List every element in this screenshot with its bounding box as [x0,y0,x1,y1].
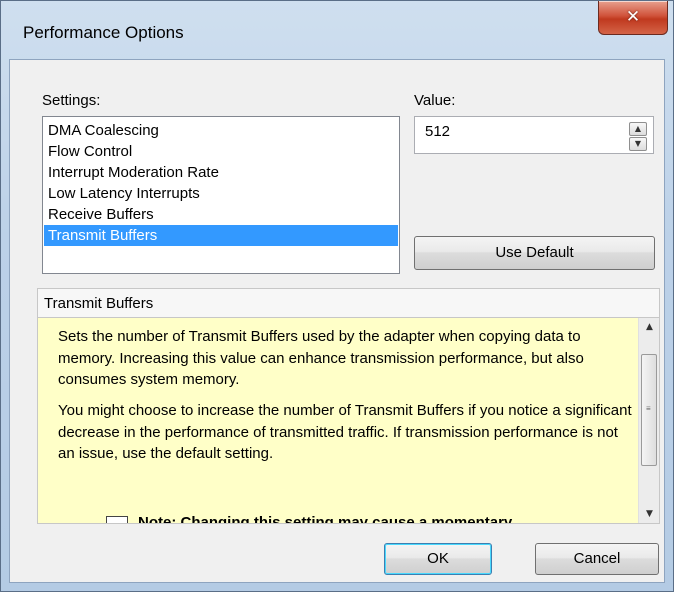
window-title: Performance Options [23,23,184,42]
spin-down-icon[interactable]: ▼ [629,137,647,151]
settings-label: Settings: [42,92,101,109]
help-header: Transmit Buffers [38,289,659,318]
grip-icon: ≡ [646,404,651,413]
help-text-panel: Sets the number of Transmit Buffers used… [38,318,638,523]
settings-item-dma-coalescing[interactable]: DMA Coalescing [44,120,398,141]
settings-item-interrupt-moderation-rate[interactable]: Interrupt Moderation Rate [44,162,398,183]
settings-item-transmit-buffers[interactable]: Transmit Buffers [44,225,398,246]
settings-item-low-latency-interrupts[interactable]: Low Latency Interrupts [44,183,398,204]
scroll-up-icon[interactable]: ▲ [639,318,659,336]
note-icon [106,516,128,523]
value-input[interactable]: 512 [425,123,450,140]
scroll-thumb[interactable]: ≡ [641,354,657,466]
help-group: Transmit Buffers Sets the number of Tran… [37,288,660,524]
help-title: Transmit Buffers [44,295,154,312]
title-bar[interactable]: Performance Options ✕ [1,1,673,59]
close-button[interactable]: ✕ [598,1,668,35]
use-default-button[interactable]: Use Default [414,236,655,270]
settings-listbox[interactable]: DMA Coalescing Flow Control Interrupt Mo… [42,116,400,274]
settings-item-receive-buffers[interactable]: Receive Buffers [44,204,398,225]
settings-item-flow-control[interactable]: Flow Control [44,141,398,162]
help-scrollbar[interactable]: ▲ ≡ ▼ [638,318,659,523]
cancel-button[interactable]: Cancel [535,543,659,575]
value-spinner[interactable]: 512 ▲ ▼ [414,116,654,154]
dialog-client-area: Settings: Value: DMA Coalescing Flow Con… [9,59,665,583]
help-paragraph-2: You might choose to increase the number … [58,402,632,462]
performance-options-window: Performance Options ✕ Settings: Value: D… [0,0,674,592]
close-icon: ✕ [625,7,641,27]
help-paragraph-1: Sets the number of Transmit Buffers used… [58,328,584,388]
scroll-down-icon[interactable]: ▼ [639,505,659,523]
spin-up-icon[interactable]: ▲ [629,122,647,136]
help-note: Note: Changing this setting may cause a … [138,514,513,523]
ok-button[interactable]: OK [384,543,492,575]
value-label: Value: [414,92,456,109]
